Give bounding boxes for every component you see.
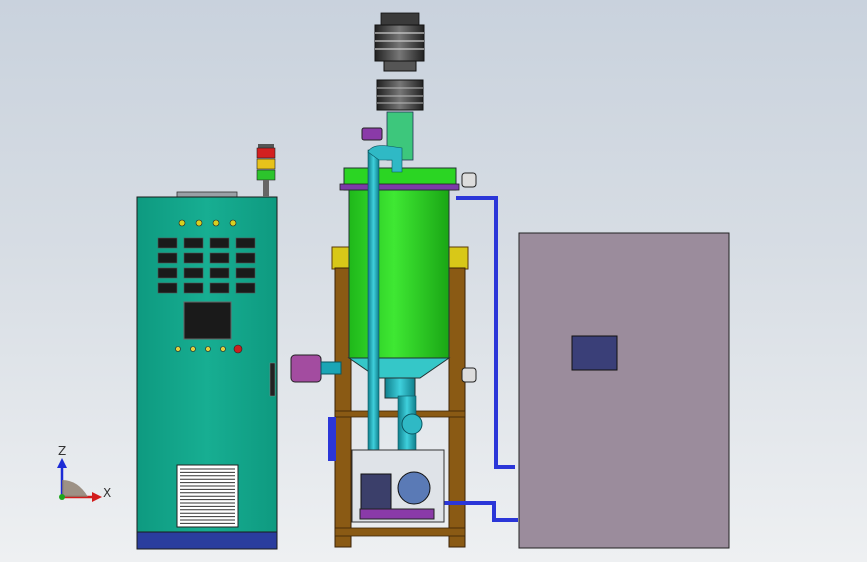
panel-meter <box>157 267 178 279</box>
side-valve <box>290 354 322 383</box>
pump-base <box>359 508 435 520</box>
y-axis-dot <box>59 494 65 500</box>
panel-meter <box>235 237 256 249</box>
tank-flange <box>339 183 460 191</box>
panel-meter <box>183 282 204 294</box>
motor-body <box>374 24 425 62</box>
hmi-screen <box>183 301 232 340</box>
panel-meter <box>209 252 230 264</box>
panel-meter <box>209 282 230 294</box>
bottom-nozzle <box>384 377 416 399</box>
signal-light-green <box>256 169 276 181</box>
pipe-fitting-side <box>461 367 477 383</box>
cabinet-base <box>136 531 278 550</box>
pipe-fitting-top <box>461 172 477 188</box>
axes-triad: Z X <box>57 444 111 502</box>
gearbox <box>376 79 424 111</box>
panel-meter <box>209 267 230 279</box>
side-unit-window <box>571 335 618 371</box>
panel-meter <box>157 282 178 294</box>
panel-meter <box>209 237 230 249</box>
lamp-3 <box>212 219 220 227</box>
signal-tower <box>256 144 276 197</box>
panel-meter <box>235 282 256 294</box>
tank-bottom <box>347 357 451 379</box>
panel-button[interactable] <box>175 346 181 352</box>
blue-line-left <box>328 417 336 461</box>
signal-light-yellow <box>256 158 276 170</box>
z-axis-label: Z <box>58 444 66 458</box>
feed-pipe-vertical <box>367 149 380 453</box>
lamp-1 <box>178 219 186 227</box>
pump-motor <box>360 473 392 511</box>
side-connector <box>320 361 342 375</box>
lamp-2 <box>195 219 203 227</box>
panel-meter <box>157 237 178 249</box>
frame-base-beam <box>334 527 466 537</box>
pump-housing <box>397 471 431 505</box>
side-unit <box>518 232 730 549</box>
pump-skid <box>351 449 445 523</box>
panel-meter <box>183 252 204 264</box>
signal-tower-cap <box>258 144 274 148</box>
equipment-drawing: Z X <box>57 12 730 550</box>
panel-button[interactable] <box>205 346 211 352</box>
reaction-tank <box>339 167 460 399</box>
signal-tower-pole <box>263 180 269 197</box>
side-unit-body <box>518 232 730 549</box>
panel-meter <box>183 237 204 249</box>
panel-meter <box>157 252 178 264</box>
panel-meter <box>235 267 256 279</box>
panel-button[interactable] <box>190 346 196 352</box>
top-valve <box>361 127 383 141</box>
signal-light-red <box>256 147 276 159</box>
discharge-valve <box>401 413 423 435</box>
motor-flange <box>383 60 417 72</box>
origin-glyph <box>62 480 88 497</box>
x-arrowhead <box>92 492 102 502</box>
panel-meter <box>235 252 256 264</box>
frame-leg-right <box>448 267 466 548</box>
panel-meter <box>183 267 204 279</box>
cabinet-door-handle <box>269 362 276 397</box>
control-cabinet <box>136 191 278 550</box>
tank-body <box>348 189 450 359</box>
z-arrowhead <box>57 458 67 468</box>
lamp-4 <box>229 219 237 227</box>
panel-button[interactable] <box>220 346 226 352</box>
emergency-stop-button[interactable] <box>233 344 243 354</box>
x-axis-label: X <box>103 486 111 500</box>
